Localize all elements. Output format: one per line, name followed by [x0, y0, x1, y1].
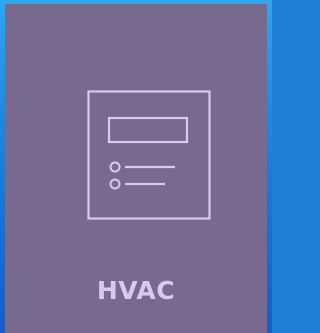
tile-label: HVAC — [96, 276, 176, 305]
thermostat-panel-icon — [87, 90, 211, 220]
page-background: HVAC — [0, 0, 272, 333]
hvac-tile[interactable]: HVAC — [5, 4, 267, 333]
